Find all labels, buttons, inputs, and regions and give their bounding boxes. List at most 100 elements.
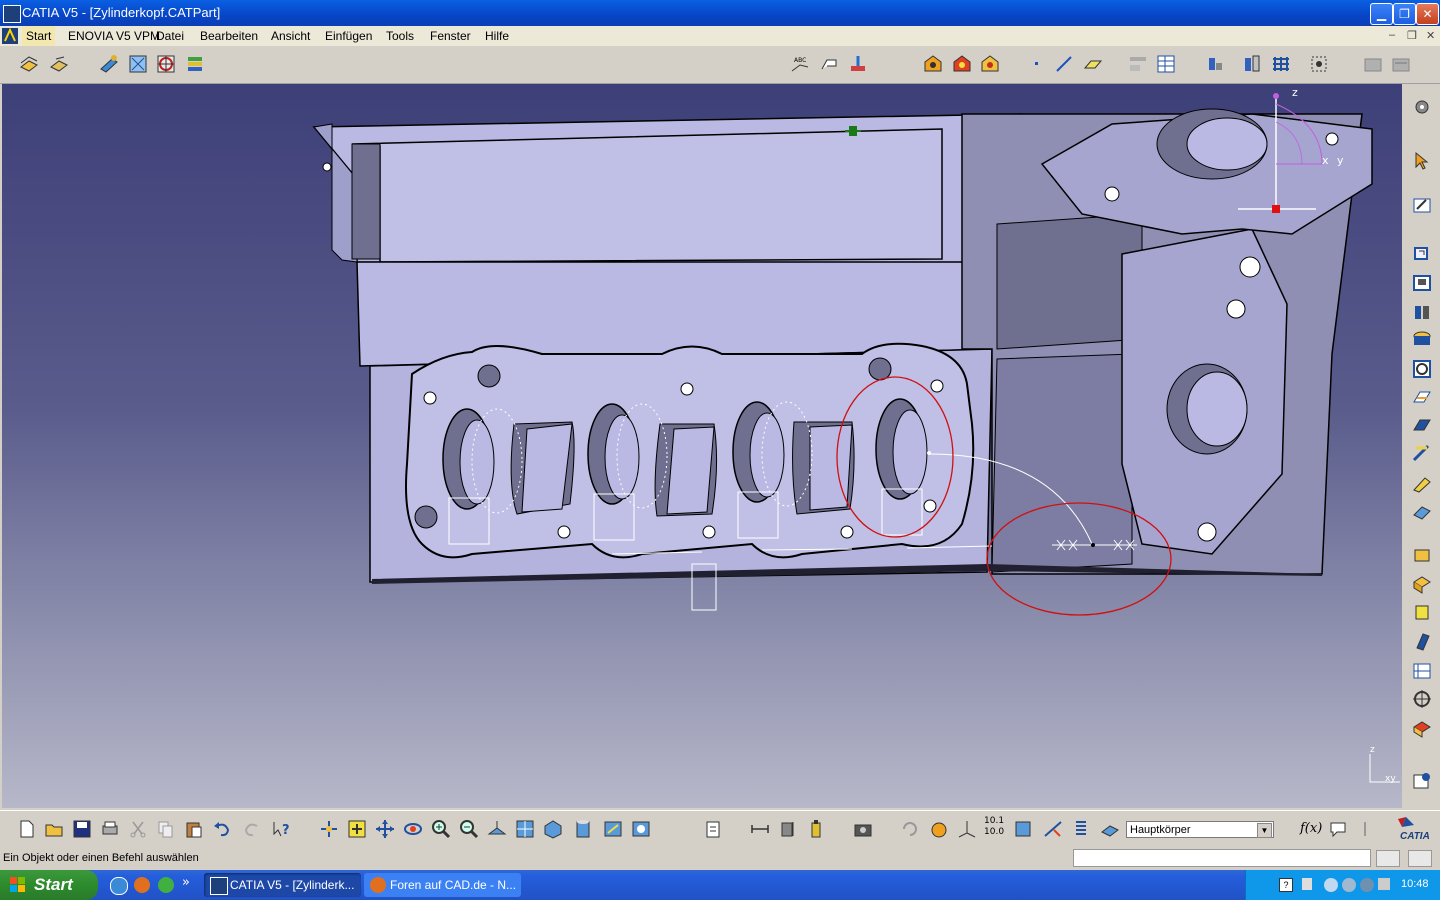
groove-icon[interactable] [1411, 329, 1433, 351]
formula-button[interactable]: f(x) [1300, 821, 1322, 836]
tray-icon-2[interactable] [1342, 878, 1356, 892]
ie-quicklaunch-icon[interactable] [110, 877, 128, 895]
grid-tool-icon[interactable] [1270, 53, 1292, 75]
cut-icon[interactable] [127, 818, 149, 840]
analysis-tool-icon[interactable] [155, 53, 177, 75]
iso-view-icon[interactable] [542, 818, 564, 840]
pad-tool-icon[interactable] [98, 53, 120, 75]
measure-item-icon[interactable] [777, 818, 799, 840]
catalog-tool-icon[interactable] [1241, 53, 1263, 75]
menu-datei[interactable]: Datei [156, 29, 184, 43]
pad-icon[interactable] [1411, 241, 1433, 263]
chevron-down-icon[interactable]: ▼ [1257, 823, 1272, 838]
task-catia[interactable]: CATIA V5 - [Zylinderk... [204, 873, 361, 897]
boolean-icon[interactable] [1411, 717, 1433, 739]
command-history-button[interactable] [1376, 850, 1400, 867]
stack-icon[interactable] [1070, 818, 1092, 840]
start-button[interactable]: Start [0, 870, 98, 900]
layer-icon[interactable] [1012, 818, 1034, 840]
stiffener-icon[interactable] [1411, 442, 1433, 464]
fit-all-icon[interactable] [1308, 53, 1330, 75]
body-icon[interactable] [1099, 818, 1121, 840]
ruler-icon[interactable]: 10.1 10.0 [984, 816, 1006, 838]
align-tool-icon[interactable] [1127, 53, 1149, 75]
3d-viewport[interactable]: z x y z xy [2, 84, 1402, 808]
zoom-out-icon[interactable] [458, 818, 480, 840]
point-tool-icon[interactable] [1026, 53, 1048, 75]
slot-icon[interactable] [1411, 414, 1433, 436]
copy-icon[interactable] [155, 818, 177, 840]
flag-note-icon[interactable] [818, 53, 840, 75]
line-tool-icon[interactable] [1053, 53, 1075, 75]
redo-icon[interactable] [241, 818, 263, 840]
pan-icon[interactable] [374, 818, 396, 840]
tray-icon-1[interactable] [1324, 878, 1338, 892]
comment-icon[interactable] [1328, 818, 1350, 840]
task-firefox[interactable]: Foren auf CAD.de - N... [364, 873, 521, 897]
menu-fenster[interactable]: Fenster [430, 29, 471, 43]
mdi-restore-button[interactable]: ❐ [1407, 29, 1417, 42]
body-selector[interactable]: Hauptkörper ▼ [1126, 821, 1274, 838]
mdi-close-button[interactable]: ✕ [1426, 29, 1435, 42]
multi-view-icon[interactable] [514, 818, 536, 840]
flower-quicklaunch-icon[interactable] [158, 877, 174, 893]
new-document-icon[interactable] [16, 818, 38, 840]
cancel-command-button[interactable] [1408, 850, 1432, 867]
network-tray-icon[interactable] [1302, 878, 1312, 890]
menu-hilfe[interactable]: Hilfe [485, 29, 509, 43]
restore-button[interactable]: ❐ [1393, 3, 1416, 25]
render-style-3-icon[interactable] [979, 53, 1001, 75]
volume-tray-icon[interactable] [1378, 878, 1390, 890]
plane-tool-icon[interactable] [1082, 53, 1104, 75]
cylinder-head-model[interactable]: z x y z xy [2, 84, 1402, 808]
pattern-tool-icon[interactable] [127, 53, 149, 75]
constraint-icon[interactable] [1354, 818, 1376, 840]
render-style-2-icon[interactable] [951, 53, 973, 75]
thread-icon[interactable] [1411, 630, 1433, 652]
fit-all-in-icon[interactable] [346, 818, 368, 840]
axis-system-icon[interactable] [956, 818, 978, 840]
menu-bearbeiten[interactable]: Bearbeiten [200, 29, 258, 43]
text-annotation-icon[interactable]: ABC [789, 53, 811, 75]
shell-icon[interactable] [1411, 573, 1433, 595]
refresh-icon[interactable] [899, 818, 921, 840]
shaft-icon[interactable] [1411, 301, 1433, 323]
menu-tools[interactable]: Tools [386, 29, 414, 43]
shading-icon[interactable] [572, 818, 594, 840]
datum-tool-icon[interactable] [847, 53, 869, 75]
undo-icon[interactable] [211, 818, 233, 840]
help-icon[interactable]: ? [271, 818, 293, 840]
target-icon[interactable] [1411, 688, 1433, 710]
menu-einfuegen[interactable]: Einfügen [325, 29, 372, 43]
chamfer-icon[interactable] [1411, 501, 1433, 523]
select-arrow-icon[interactable] [1411, 150, 1433, 172]
tray-icon-3[interactable] [1360, 878, 1374, 892]
sketch-icon[interactable] [1411, 194, 1433, 216]
measure-tool-icon[interactable] [1204, 53, 1226, 75]
open-folder-icon[interactable] [43, 818, 65, 840]
quicklaunch-more-icon[interactable]: » [182, 875, 190, 890]
material-tool-icon[interactable] [184, 53, 206, 75]
paste-icon[interactable] [183, 818, 205, 840]
rib-icon[interactable] [1411, 386, 1433, 408]
fly-mode-icon[interactable] [318, 818, 340, 840]
part-tool-1-icon[interactable] [1362, 53, 1384, 75]
swap-space-icon[interactable] [630, 818, 652, 840]
save-icon[interactable] [71, 818, 93, 840]
mdi-minimize-button[interactable]: – [1389, 29, 1395, 41]
hand-manipulation-icon[interactable] [928, 818, 950, 840]
sketch-workbench-icon[interactable] [48, 53, 70, 75]
firefox-quicklaunch-icon[interactable] [134, 877, 150, 893]
update-icon[interactable] [702, 818, 724, 840]
gear-icon[interactable] [1411, 96, 1433, 118]
table-tool-icon[interactable] [1155, 53, 1177, 75]
hide-show-icon[interactable] [602, 818, 624, 840]
capture-camera-icon[interactable] [852, 818, 874, 840]
help-tray-icon[interactable]: ? [1279, 878, 1293, 892]
part-tool-2-icon[interactable] [1390, 53, 1412, 75]
close-button[interactable]: ✕ [1416, 3, 1439, 25]
render-style-1-icon[interactable] [922, 53, 944, 75]
catalog-browser-icon[interactable] [1411, 770, 1433, 792]
measure-between-icon[interactable] [749, 818, 771, 840]
dimension-icon[interactable] [1042, 818, 1064, 840]
